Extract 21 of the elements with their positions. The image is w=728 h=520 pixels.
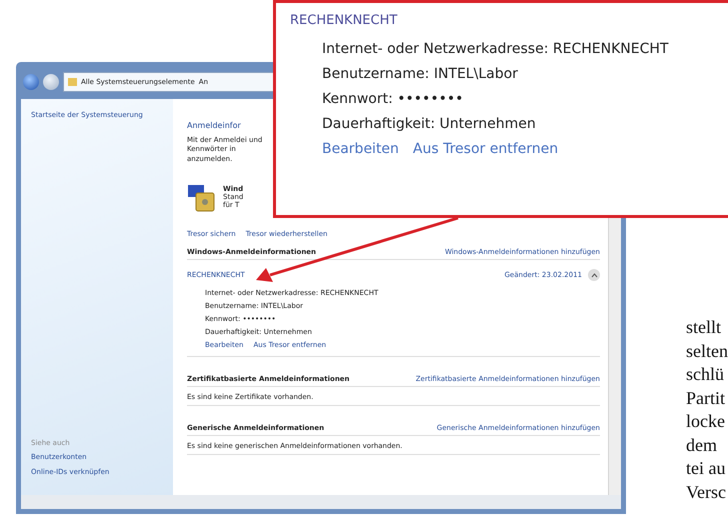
detail-text: Kennwort: ••••••••: [321, 91, 464, 107]
article-text: dem: [686, 434, 718, 456]
forward-icon[interactable]: [43, 74, 59, 90]
detail-text: Benutzername: INTEL\Labor: [321, 66, 519, 82]
detail-text: Dauerhaftigkeit: Unternehmen: [321, 116, 537, 132]
expand-button[interactable]: [588, 269, 600, 282]
page-title: Anmeldeinfor: [187, 121, 241, 130]
vault-icon: [187, 182, 217, 212]
article-text: selten: [686, 340, 728, 362]
article-text: Versc: [686, 480, 727, 504]
detail-text: Internet- oder Netzwerkadresse: RECHENKNECHT: [321, 41, 670, 57]
back-icon[interactable]: [23, 74, 39, 90]
article-text: schlü: [686, 363, 725, 386]
article-text: locke: [686, 410, 726, 433]
credential-name: RECHENKNECHT: [290, 13, 398, 28]
action-link[interactable]: Bearbeiten: [322, 141, 399, 157]
article-text: tei au: [686, 457, 726, 480]
article-text: stellt: [686, 316, 722, 339]
chevron-icon: [590, 272, 598, 278]
article-text: Partit: [686, 386, 726, 410]
action-link[interactable]: Aus Tresor entfernen: [412, 141, 558, 157]
